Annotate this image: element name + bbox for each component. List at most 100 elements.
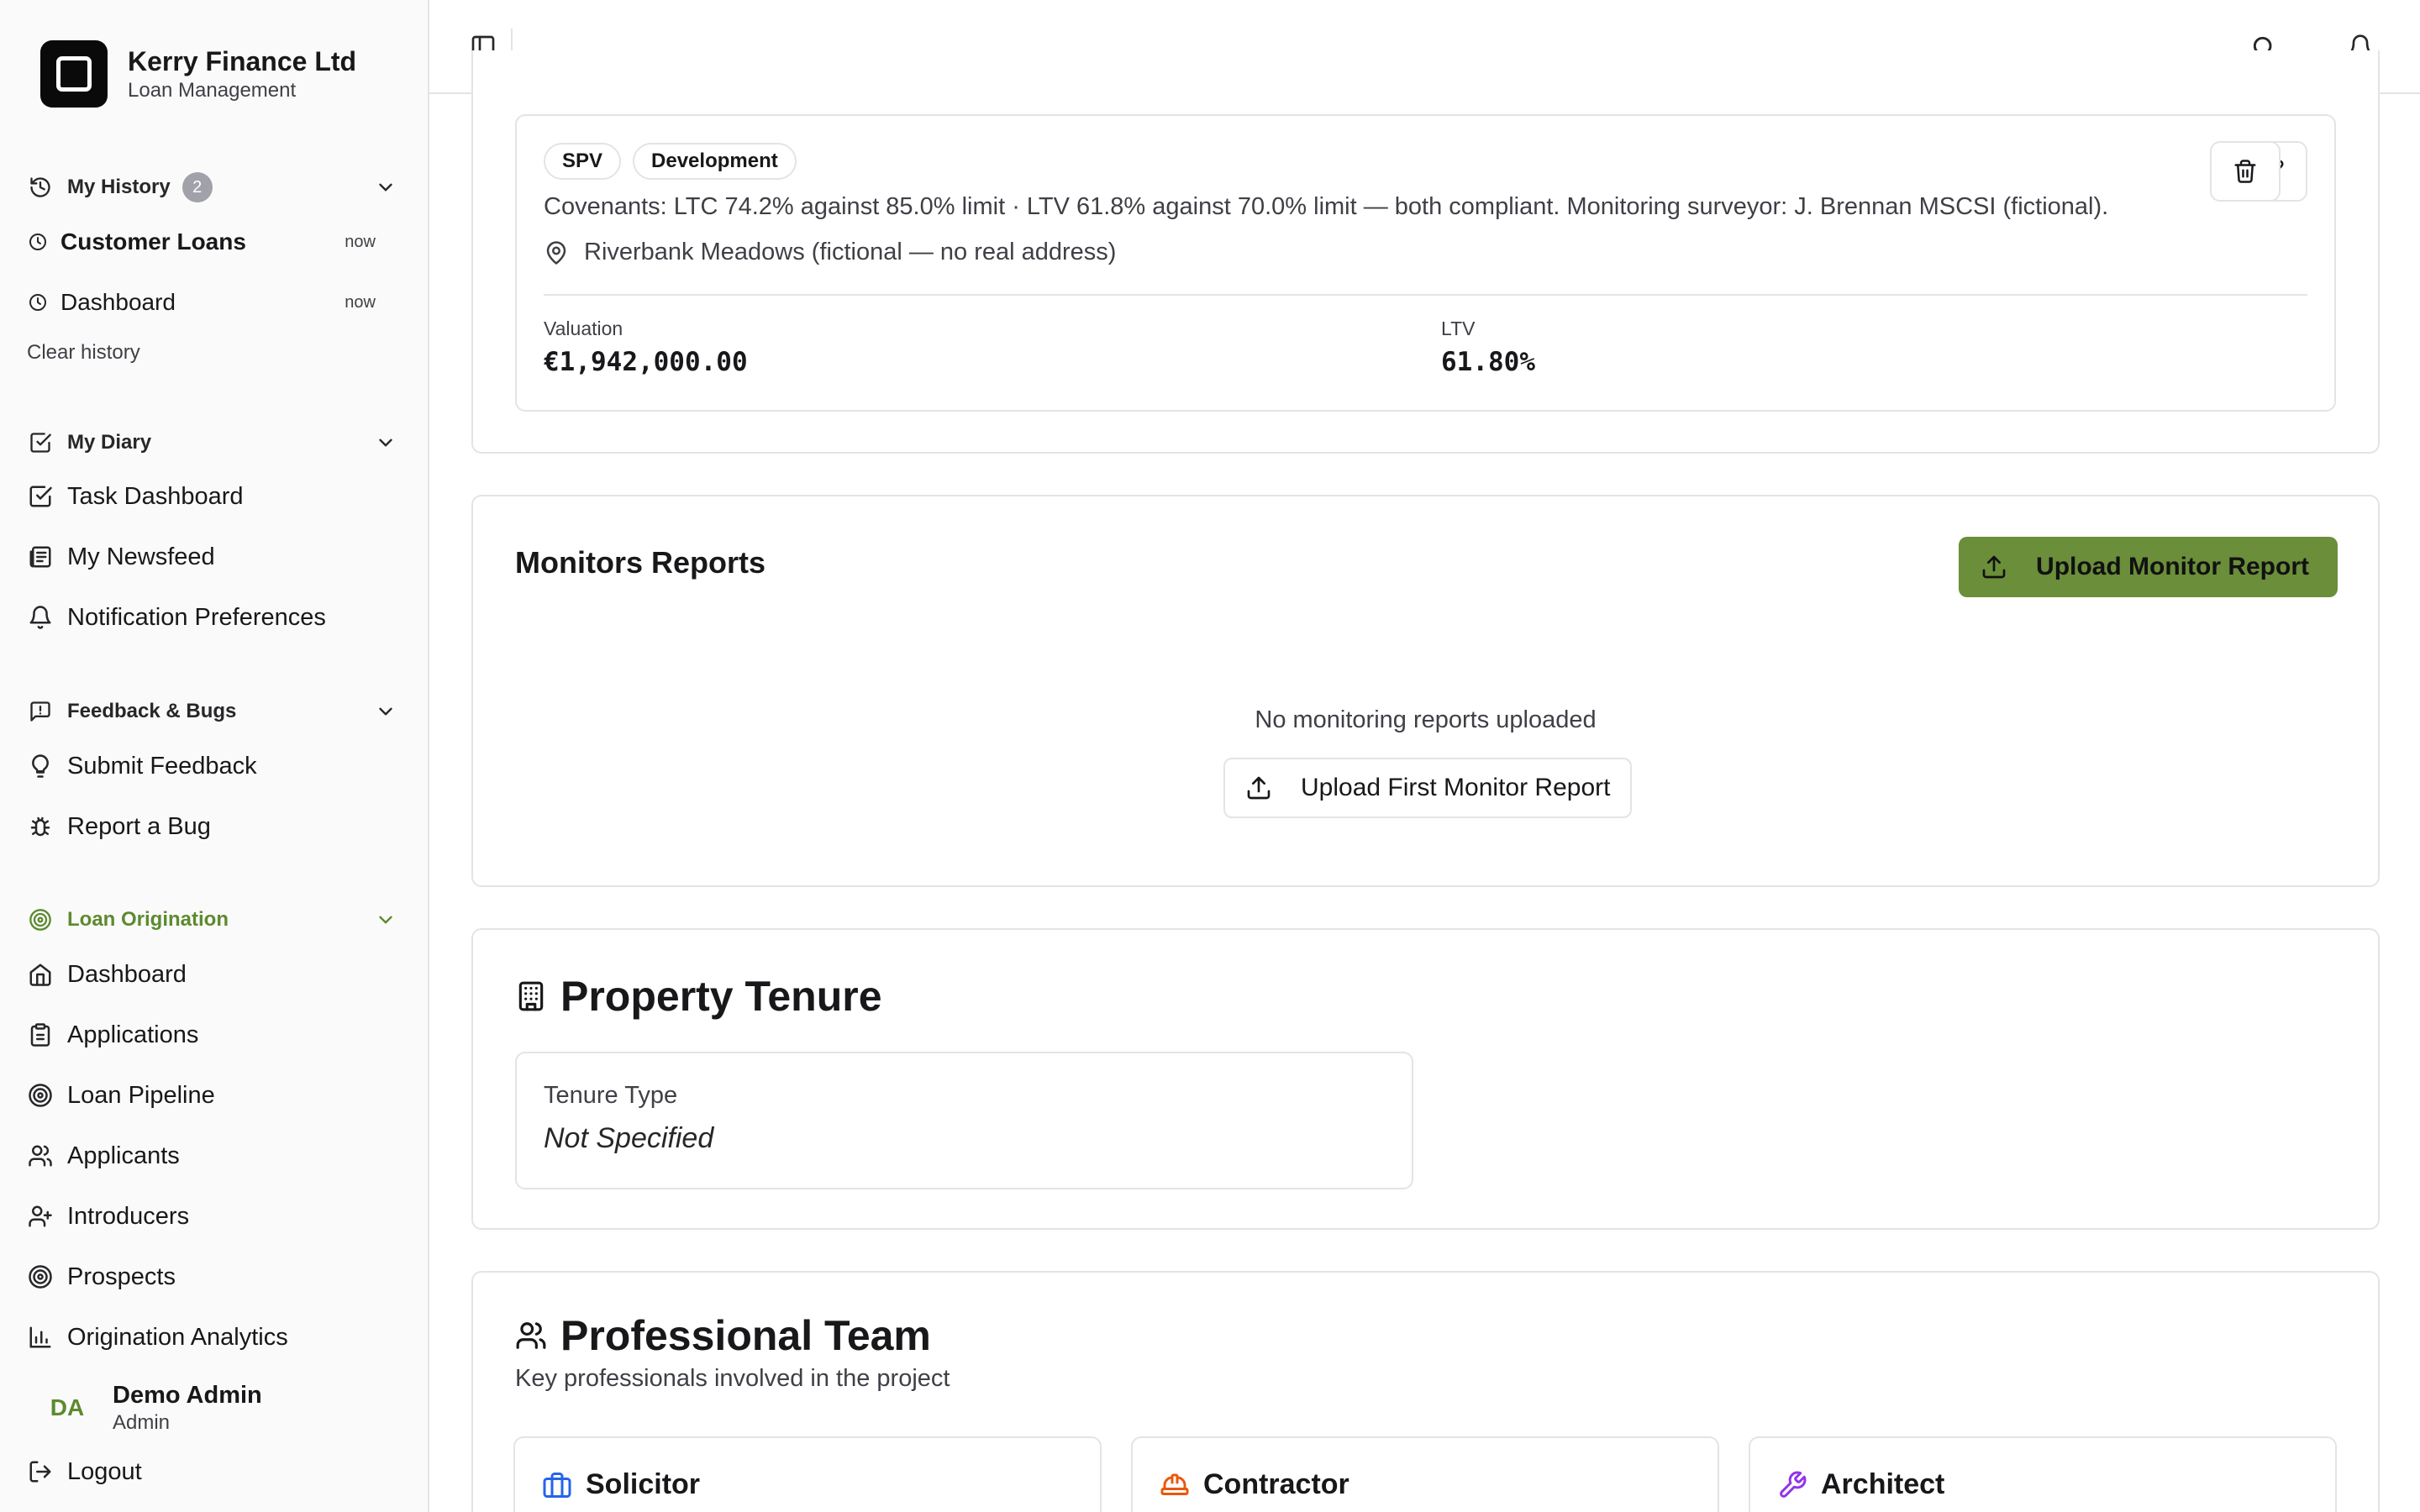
sidebar-item-label: Notification Preferences (67, 603, 326, 631)
sidebar-item-introducers[interactable]: Introducers (27, 1191, 399, 1242)
sidebar-item-label: Task Dashboard (67, 482, 244, 510)
team-member-label: Solicitor (586, 1468, 701, 1500)
group-label: Loan Origination (67, 908, 229, 931)
user-profile[interactable]: DA Demo Admin Admin (37, 1378, 262, 1438)
brand[interactable]: Kerry Finance Ltd Loan Management (40, 40, 356, 108)
sidebar-item-report-bug[interactable]: Report a Bug (27, 801, 399, 852)
clear-history-button[interactable]: Clear history (27, 341, 399, 365)
property-tenure-card: Property Tenure Tenure Type Not Specifie… (471, 928, 2380, 1230)
upload-first-monitor-report-button[interactable]: Upload First Monitor Report (1223, 758, 1633, 818)
lightbulb-icon (27, 753, 54, 780)
valuation-value: €1,942,000.00 (544, 347, 748, 377)
team-member-architect[interactable]: Architect (1749, 1436, 2337, 1512)
ltv-value: 61.80% (1441, 347, 1535, 377)
clear-history-label: Clear history (27, 341, 140, 364)
clock-icon (27, 231, 49, 253)
sidebar-item-label: Dashboard (67, 960, 187, 988)
history-item-label: Customer Loans (60, 228, 246, 255)
sidebar-item-origination-analytics[interactable]: Origination Analytics (27, 1312, 399, 1362)
clock-icon (27, 291, 49, 313)
group-label: My History (67, 176, 171, 198)
sidebar: Kerry Finance Ltd Loan Management My His… (0, 0, 429, 1512)
sidebar-item-label: Applicants (67, 1142, 180, 1169)
delete-button[interactable] (2210, 141, 2281, 202)
sidebar-item-label: Prospects (67, 1263, 176, 1290)
user-name: Demo Admin (113, 1382, 262, 1409)
tag-badge: SPV (544, 143, 622, 180)
address-text: Riverbank Meadows (fictional — no real a… (584, 239, 1117, 265)
tag-list: SPV Development (544, 143, 808, 180)
group-my-diary[interactable]: My Diary (27, 423, 399, 463)
sidebar-item-task-dashboard[interactable]: Task Dashboard (27, 471, 399, 522)
ltv-label: LTV (1441, 318, 1476, 339)
sidebar-item-label: Submit Feedback (67, 752, 257, 780)
check-square-icon (27, 483, 54, 510)
logout-icon (27, 1458, 54, 1485)
briefcase-icon (542, 1470, 572, 1500)
group-label: My Diary (67, 431, 152, 454)
logout-label: Logout (67, 1457, 142, 1485)
logout-button[interactable]: Logout (27, 1446, 399, 1497)
chevron-down-icon[interactable] (372, 429, 399, 456)
history-item[interactable]: Customer Loans now (27, 218, 399, 265)
upload-icon (1247, 776, 1270, 800)
bar-chart-icon (27, 1324, 54, 1351)
brand-logo (40, 40, 108, 108)
security-item: SPV Development Covenants: LTC 74.2% aga… (515, 114, 2336, 412)
brand-subtitle: Loan Management (128, 79, 297, 102)
user-role: Admin (113, 1411, 171, 1434)
address-row: Riverbank Meadows (fictional — no real a… (544, 239, 1116, 266)
field-label: Tenure Type (544, 1082, 678, 1109)
user-plus-icon (27, 1203, 54, 1230)
history-icon (27, 174, 54, 201)
history-item-time: now (345, 232, 376, 251)
sidebar-item-label: My Newsfeed (67, 543, 215, 570)
clipboard-icon (27, 1021, 54, 1048)
brand-name: Kerry Finance Ltd (128, 46, 357, 76)
team-member-label: Contractor (1203, 1468, 1349, 1500)
tenure-type-field: Tenure Type Not Specified (515, 1052, 1413, 1189)
section-title: Professional Team (560, 1312, 931, 1359)
field-value: Not Specified (544, 1122, 714, 1154)
monitors-reports-card: Monitors Reports Upload Monitor Report N… (471, 495, 2380, 887)
group-loan-origination[interactable]: Loan Origination (27, 900, 399, 940)
upload-monitor-report-button[interactable]: Upload Monitor Report (1959, 537, 2338, 597)
group-feedback-bugs[interactable]: Feedback & Bugs (27, 691, 399, 732)
section-subtitle: Key professionals involved in the projec… (515, 1365, 950, 1392)
team-member-solicitor[interactable]: Solicitor (513, 1436, 1102, 1512)
sidebar-item-submit-feedback[interactable]: Submit Feedback (27, 741, 399, 791)
sidebar-item-prospects[interactable]: Prospects (27, 1252, 399, 1302)
sidebar-item-dashboard[interactable]: Dashboard (27, 949, 399, 1000)
chevron-down-icon[interactable] (372, 906, 399, 933)
sidebar-item-label: Introducers (67, 1202, 190, 1230)
target-icon (27, 1082, 54, 1109)
sidebar-item-applicants[interactable]: Applicants (27, 1131, 399, 1181)
newspaper-icon (27, 543, 54, 570)
chevron-down-icon[interactable] (372, 698, 399, 725)
tag-badge: Development (633, 143, 797, 180)
hard-hat-icon (1160, 1470, 1190, 1500)
group-my-history[interactable]: My History 2 (27, 167, 399, 207)
sidebar-item-my-newsfeed[interactable]: My Newsfeed (27, 532, 399, 582)
building-icon (515, 980, 547, 1012)
message-square-icon (27, 698, 54, 725)
history-count-badge: 2 (182, 172, 213, 202)
avatar: DA (37, 1378, 97, 1438)
bug-icon (27, 813, 54, 840)
chevron-down-icon[interactable] (372, 174, 399, 201)
users-icon (515, 1320, 547, 1352)
valuation-label: Valuation (544, 318, 623, 339)
section-title: Property Tenure (560, 973, 882, 1020)
section-title: Monitors Reports (515, 545, 766, 580)
sidebar-item-label: Applications (67, 1021, 199, 1048)
sidebar-item-notification-preferences[interactable]: Notification Preferences (27, 592, 399, 643)
ltv-field: LTV 61.80% (1441, 318, 1535, 377)
security-card: SPV Development Covenants: LTC 74.2% aga… (471, 50, 2380, 454)
sidebar-item-label: Origination Analytics (67, 1323, 288, 1351)
team-member-contractor[interactable]: Contractor (1131, 1436, 1719, 1512)
sidebar-item-label: Report a Bug (67, 812, 211, 840)
team-member-label: Architect (1821, 1468, 1945, 1500)
sidebar-item-loan-pipeline[interactable]: Loan Pipeline (27, 1070, 399, 1121)
history-item[interactable]: Dashboard now (27, 279, 399, 326)
sidebar-item-applications[interactable]: Applications (27, 1010, 399, 1060)
